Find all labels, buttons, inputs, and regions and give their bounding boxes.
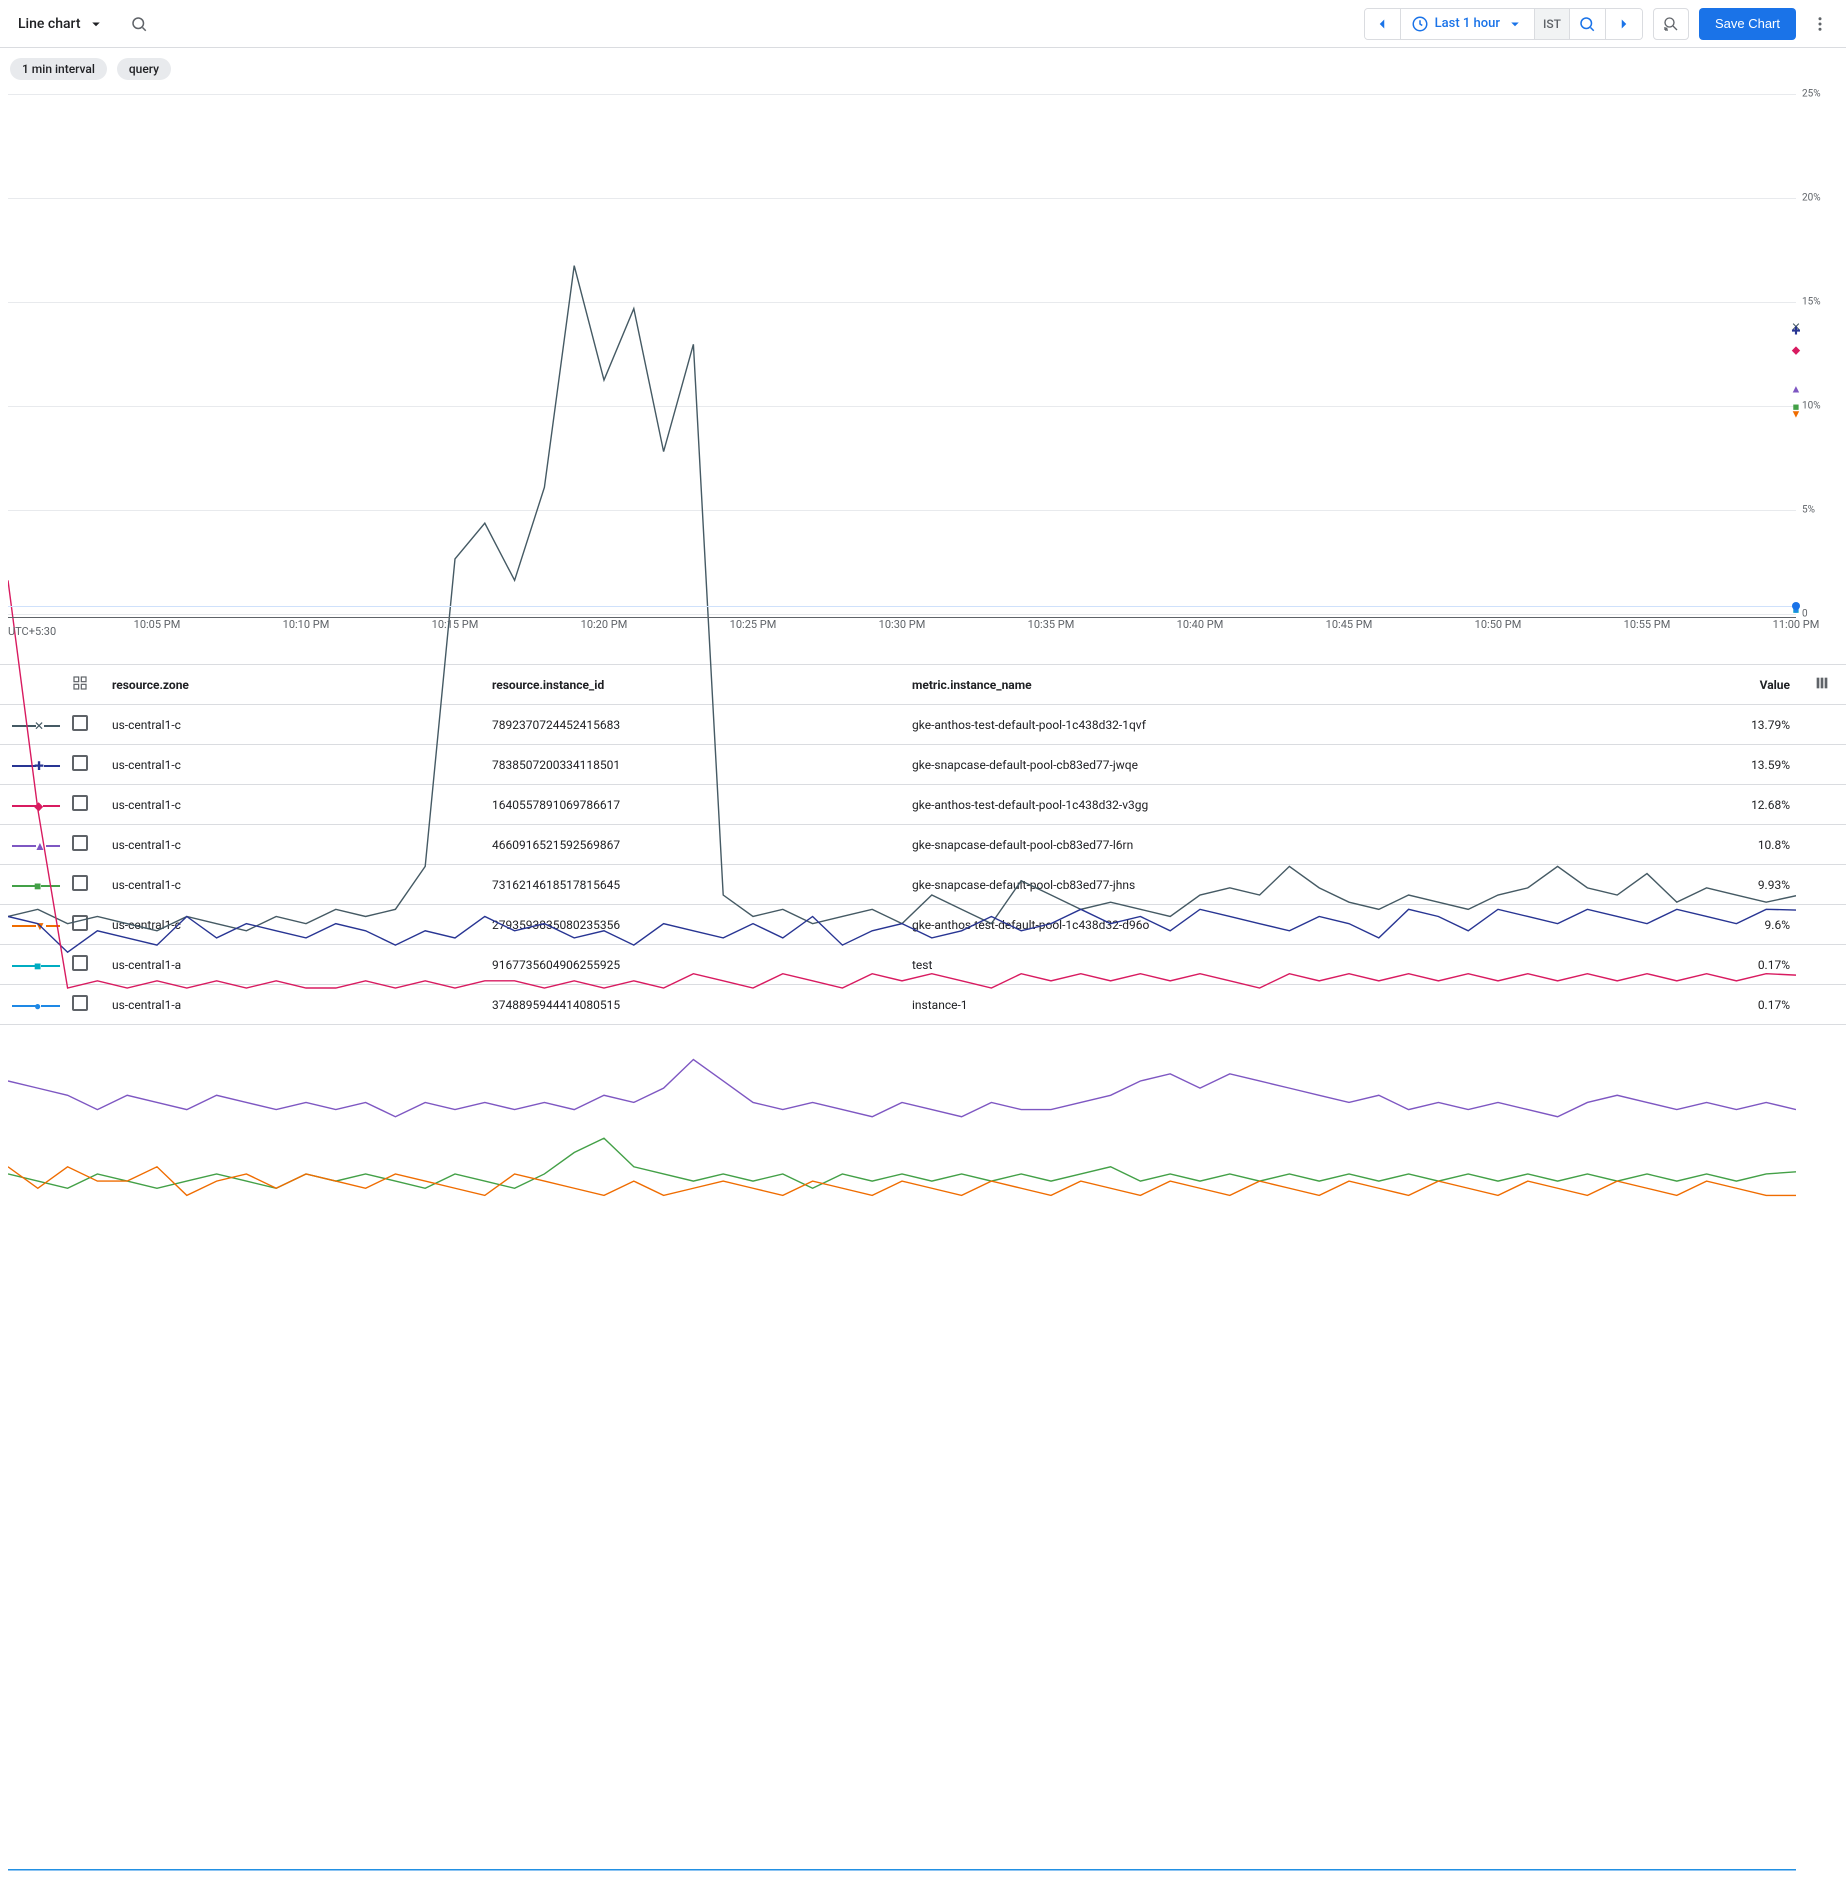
chart-series-line — [8, 266, 1796, 931]
x-tick-label: 10:50 PM — [1475, 618, 1522, 631]
column-settings-icon[interactable] — [1814, 675, 1830, 691]
overflow-menu-button[interactable] — [1806, 8, 1834, 40]
search-icon — [1578, 15, 1596, 33]
x-tick-label: 10:05 PM — [134, 618, 181, 631]
clock-icon — [1411, 15, 1429, 33]
x-tick-label: 10:30 PM — [879, 618, 926, 631]
x-tick-label: 10:10 PM — [283, 618, 330, 631]
chart-series-line — [8, 580, 1796, 988]
toolbar: Line chart Last 1 hour IST — [0, 0, 1846, 48]
time-range-next-button[interactable] — [1606, 9, 1642, 39]
x-tick-label: 10:55 PM — [1624, 618, 1671, 631]
series-end-marker: ▼ — [1791, 408, 1802, 421]
x-tick-label: 10:35 PM — [1028, 618, 1075, 631]
time-range-control: Last 1 hour IST — [1364, 8, 1643, 40]
search-icon — [130, 15, 148, 33]
search-button[interactable] — [121, 15, 157, 33]
x-axis: 10:05 PM 10:10 PM 10:15 PM 10:20 PM 10:25 PM… — [8, 618, 1796, 638]
chart-container: 25%20%15%10%5%0 ✕✚◆▲■▼■● UTC+5:30 10:05 … — [0, 84, 1846, 664]
chevron-down-icon — [87, 15, 105, 33]
chevron-right-icon — [1615, 15, 1633, 33]
chip-interval[interactable]: 1 min interval — [10, 58, 107, 80]
chart-series-line — [8, 1167, 1796, 1196]
zoom-out-icon — [1662, 15, 1680, 33]
y-tick-label: 10% — [1802, 401, 1836, 412]
save-chart-button[interactable]: Save Chart — [1699, 8, 1796, 40]
y-tick-label: 5% — [1802, 505, 1836, 516]
zoom-button[interactable] — [1570, 9, 1606, 39]
series-end-marker: ✚ — [1791, 325, 1800, 338]
x-tick-label: 10:40 PM — [1177, 618, 1224, 631]
chip-query[interactable]: query — [117, 58, 171, 80]
y-tick-label: 25% — [1802, 89, 1836, 100]
x-tick-label: 10:20 PM — [581, 618, 628, 631]
series-end-marker: ▲ — [1791, 383, 1802, 396]
x-tick-label: 11:00 PM — [1773, 618, 1820, 631]
chevron-down-icon — [1506, 15, 1524, 33]
minimap-handle[interactable] — [1792, 602, 1800, 610]
chart-lines — [8, 94, 1796, 1882]
series-end-marker: ◆ — [1792, 344, 1800, 357]
chart-plot-area[interactable]: 25%20%15%10%5%0 ✕✚◆▲■▼■● — [8, 94, 1796, 614]
timezone-chip[interactable]: IST — [1535, 9, 1570, 39]
chart-type-selector[interactable]: Line chart — [12, 11, 111, 37]
x-tick-label: 10:45 PM — [1326, 618, 1373, 631]
time-range-label: Last 1 hour — [1435, 16, 1500, 31]
x-tick-label: 10:25 PM — [730, 618, 777, 631]
chart-series-line — [8, 1060, 1796, 1117]
chevron-left-icon — [1373, 15, 1391, 33]
reset-zoom-button[interactable] — [1653, 8, 1689, 40]
time-range-selector[interactable]: Last 1 hour — [1401, 9, 1535, 39]
time-range-prev-button[interactable] — [1365, 9, 1401, 39]
y-tick-label: 15% — [1802, 297, 1836, 308]
chart-type-label: Line chart — [18, 16, 81, 32]
x-tick-label: 10:15 PM — [432, 618, 479, 631]
filter-chips: 1 min interval query — [0, 48, 1846, 84]
more-vert-icon — [1811, 15, 1829, 33]
y-tick-label: 20% — [1802, 193, 1836, 204]
chart-minimap[interactable] — [8, 606, 1796, 614]
